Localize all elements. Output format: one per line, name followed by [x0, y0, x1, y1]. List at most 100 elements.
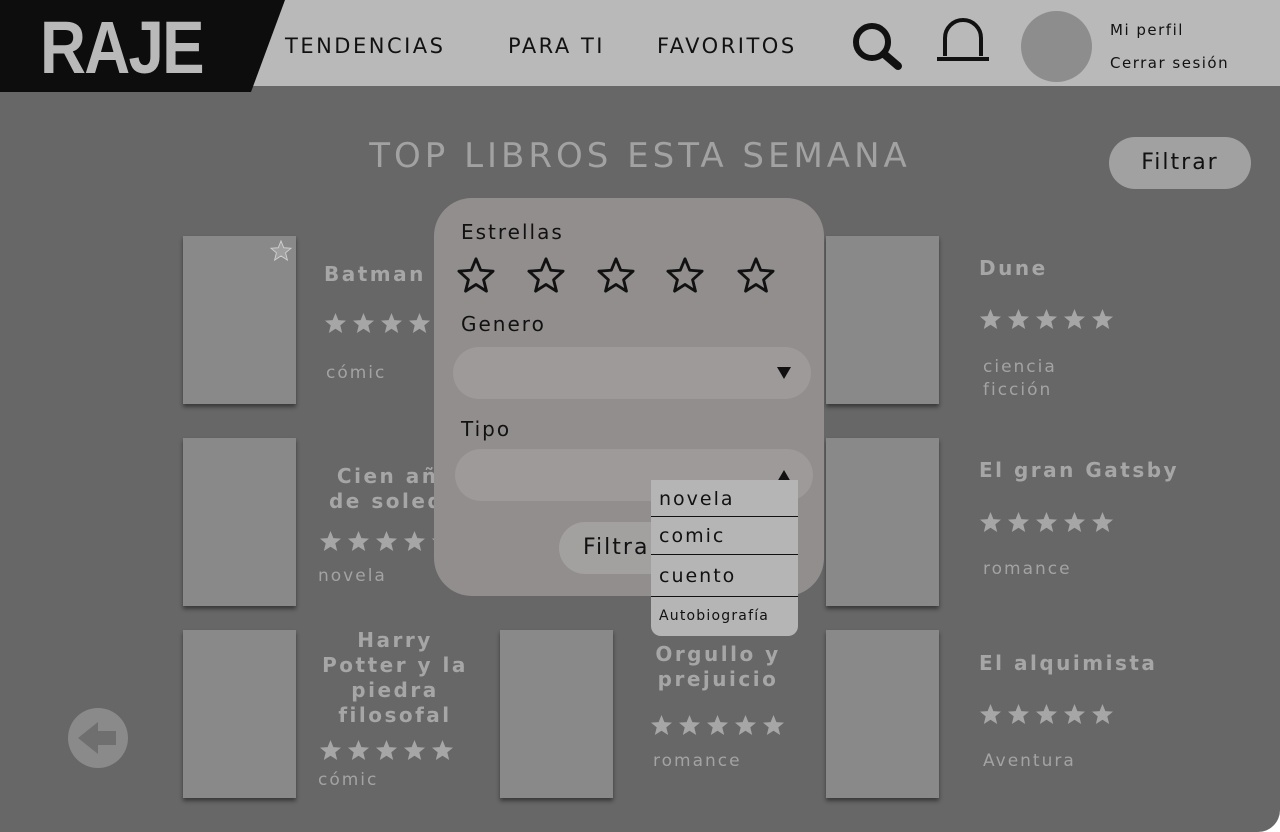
book-card: El alquimista Aventura	[826, 630, 1226, 802]
genero-label: Genero	[461, 312, 546, 336]
book-rating	[979, 308, 1114, 330]
divider	[651, 516, 798, 517]
book-title[interactable]: Dune	[979, 256, 1048, 281]
rating-star-icon	[1007, 308, 1030, 330]
arrow-left-icon	[78, 722, 116, 754]
back-button[interactable]	[68, 708, 128, 768]
avatar[interactable]	[1021, 11, 1092, 82]
logo[interactable]: RAJE	[0, 0, 285, 92]
rating-star-icon	[1035, 308, 1058, 330]
book-title[interactable]: Harry Potter y la piedra filosofal	[313, 628, 477, 728]
rating-star-icon	[979, 308, 1002, 330]
tipo-label: Tipo	[461, 417, 512, 441]
rating-star-icon	[762, 714, 785, 736]
rating-star-icon	[979, 703, 1002, 725]
rating-star-icon	[1063, 308, 1086, 330]
rating-selector	[457, 256, 777, 296]
rating-star-icon	[1091, 308, 1114, 330]
rating-star-icon	[1007, 703, 1030, 725]
star-icon[interactable]	[597, 256, 635, 294]
dropdown-option-comic[interactable]: comic	[651, 522, 798, 550]
book-card: Batman cómic	[183, 236, 453, 408]
book-cover[interactable]	[183, 438, 296, 606]
rating-star-icon	[380, 312, 403, 334]
book-cover[interactable]	[826, 236, 939, 404]
book-card: Orgullo y prejuicio romance	[500, 630, 800, 802]
book-card: El gran Gatsby romance	[826, 438, 1226, 610]
divider	[651, 596, 798, 597]
rating-star-icon	[347, 739, 370, 761]
nav-tendencias[interactable]: TENDENCIAS	[285, 33, 446, 59]
rating-star-icon	[1063, 703, 1086, 725]
rating-star-icon	[347, 530, 370, 552]
book-genre: cómic	[318, 770, 379, 790]
rating-star-icon	[706, 714, 729, 736]
rating-star-icon	[408, 312, 431, 334]
book-title[interactable]: El alquimista	[979, 651, 1157, 676]
dropdown-option-novela[interactable]: novela	[651, 484, 798, 514]
rating-star-icon	[403, 739, 426, 761]
search-icon[interactable]	[848, 18, 906, 76]
dropdown-option-cuento[interactable]: cuento	[651, 562, 798, 590]
favorite-star-icon[interactable]	[270, 240, 292, 261]
rating-star-icon	[375, 530, 398, 552]
logout-link[interactable]: Cerrar sesión	[1110, 53, 1229, 73]
rating-star-icon	[734, 714, 757, 736]
star-icon[interactable]	[527, 256, 565, 294]
stars-label: Estrellas	[461, 220, 564, 244]
book-cover[interactable]	[500, 630, 613, 798]
dropdown-option-autobiografia[interactable]: Autobiografía	[651, 604, 798, 628]
tipo-dropdown: novela comic cuento Autobiografía	[651, 480, 798, 636]
book-title[interactable]: Orgullo y prejuicio	[648, 642, 788, 692]
book-genre: romance	[983, 559, 1072, 579]
rating-star-icon	[1063, 511, 1086, 533]
star-icon[interactable]	[666, 256, 704, 294]
star-icon[interactable]	[737, 256, 775, 294]
profile-link[interactable]: Mi perfil	[1110, 20, 1184, 40]
nav-para-ti[interactable]: PARA TI	[508, 33, 605, 59]
bell-icon[interactable]	[935, 18, 993, 66]
rating-star-icon	[319, 739, 342, 761]
book-rating	[650, 714, 785, 736]
book-genre: Aventura	[983, 751, 1076, 771]
book-genre: romance	[653, 751, 742, 771]
rating-star-icon	[1091, 703, 1114, 725]
book-card: Cien años de soledad novela	[183, 438, 475, 610]
rating-star-icon	[403, 530, 426, 552]
book-rating	[979, 511, 1114, 533]
rating-star-icon	[1035, 511, 1058, 533]
genero-select[interactable]	[453, 347, 811, 399]
book-card: Harry Potter y la piedra filosofal cómic	[183, 628, 503, 802]
book-cover[interactable]	[826, 630, 939, 798]
rating-star-icon	[319, 530, 342, 552]
book-rating	[324, 312, 431, 334]
rating-star-icon	[375, 739, 398, 761]
filter-button[interactable]: Filtrar	[1109, 137, 1251, 189]
rating-star-icon	[1035, 703, 1058, 725]
book-genre: ciencia ficción	[983, 357, 1057, 400]
book-rating	[979, 703, 1114, 725]
book-card: Dune ciencia ficción	[826, 236, 1206, 408]
chevron-down-icon	[777, 367, 791, 379]
rating-star-icon	[352, 312, 375, 334]
logo-text: RAJE	[40, 6, 205, 89]
book-genre: novela	[318, 566, 387, 586]
rating-star-icon	[1007, 511, 1030, 533]
book-rating	[319, 739, 454, 761]
rating-star-icon	[324, 312, 347, 334]
book-cover[interactable]	[183, 630, 296, 798]
book-genre: cómic	[326, 363, 387, 383]
nav-favoritos[interactable]: FAVORITOS	[657, 33, 797, 59]
star-icon[interactable]	[457, 256, 495, 294]
book-title[interactable]: Batman	[324, 262, 426, 287]
divider	[651, 554, 798, 555]
book-cover[interactable]	[183, 236, 296, 404]
rating-star-icon	[431, 739, 454, 761]
app-window: TENDENCIAS PARA TI FAVORITOS Mi perfil C…	[0, 0, 1280, 832]
rating-star-icon	[979, 511, 1002, 533]
book-title[interactable]: El gran Gatsby	[979, 458, 1179, 483]
rating-star-icon	[678, 714, 701, 736]
rating-star-icon	[1091, 511, 1114, 533]
rating-star-icon	[650, 714, 673, 736]
book-cover[interactable]	[826, 438, 939, 606]
